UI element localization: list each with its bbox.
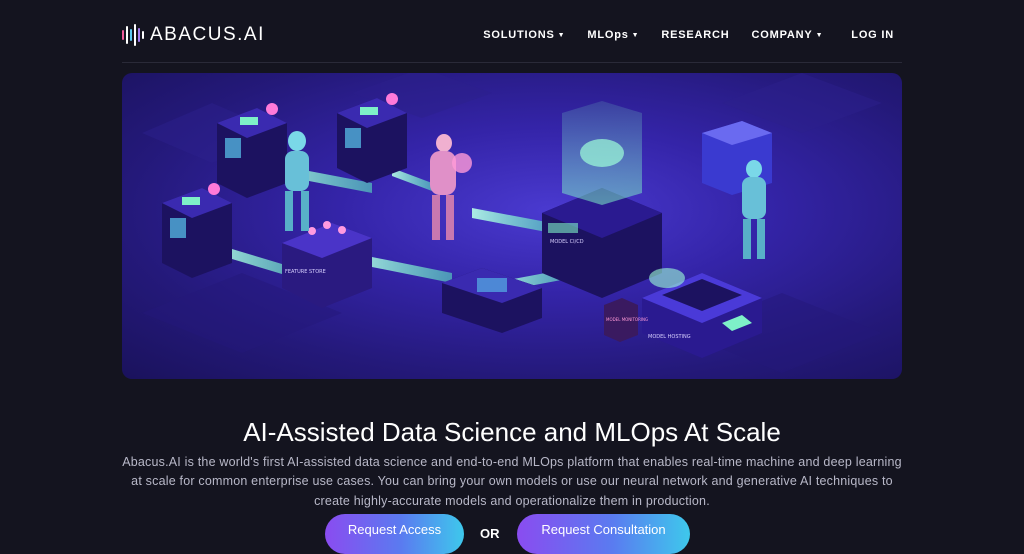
robot-figure: [430, 134, 472, 240]
hero-illustration: FEATURE STORE MODEL CI/CD MODEL HOSTING …: [122, 73, 902, 379]
request-consultation-button[interactable]: Request Consultation: [517, 514, 690, 554]
login-label: LOG IN: [851, 29, 894, 41]
nav-company[interactable]: COMPANY ▼: [752, 29, 824, 41]
page-description: Abacus.AI is the world's first AI-assist…: [122, 454, 902, 508]
brand-logo[interactable]: ABACUS.AI: [122, 24, 265, 46]
robot-figure: [285, 131, 309, 231]
model-monitoring-block: MODEL MONITORING: [604, 298, 648, 342]
site-header: ABACUS.AI SOLUTIONS ▼ MLOps ▼ RESEARCH C…: [122, 0, 902, 63]
page-title: AI-Assisted Data Science and MLOps At Sc…: [243, 417, 781, 448]
chevron-down-icon: ▼: [557, 31, 566, 39]
brain-glow: [649, 268, 685, 288]
nav-item-label: COMPANY: [751, 29, 813, 41]
chevron-down-icon: ▼: [631, 31, 640, 39]
isometric-mlops-illustration: FEATURE STORE MODEL CI/CD MODEL HOSTING …: [142, 73, 882, 373]
abacus-logo-icon: [122, 24, 144, 46]
model-cicd-block: MODEL CI/CD: [542, 101, 662, 298]
nav-item-label: RESEARCH: [661, 29, 730, 41]
nav-item-label: MLOps: [587, 29, 629, 41]
model-cicd-label: MODEL CI/CD: [550, 239, 584, 245]
model-monitoring-label: MODEL MONITORING: [606, 317, 648, 322]
login-link[interactable]: LOG IN: [851, 29, 894, 41]
nav-solutions[interactable]: SOLUTIONS ▼: [483, 29, 565, 41]
cta-row: Request Access OR Request Consultation: [0, 514, 1024, 554]
model-hosting-label: MODEL HOSTING: [648, 334, 691, 340]
nav-research[interactable]: RESEARCH: [661, 29, 729, 41]
server-machine: [162, 183, 232, 278]
main-nav: SOLUTIONS ▼ MLOps ▼ RESEARCH COMPANY ▼ L…: [461, 29, 894, 41]
brand-name: ABACUS.AI: [150, 24, 265, 45]
nav-item-label: SOLUTIONS: [483, 29, 555, 41]
nav-mlops[interactable]: MLOps ▼: [587, 29, 639, 41]
chevron-down-icon: ▼: [815, 31, 824, 39]
feature-store-label: FEATURE STORE: [285, 269, 326, 275]
request-access-button[interactable]: Request Access: [325, 514, 464, 554]
